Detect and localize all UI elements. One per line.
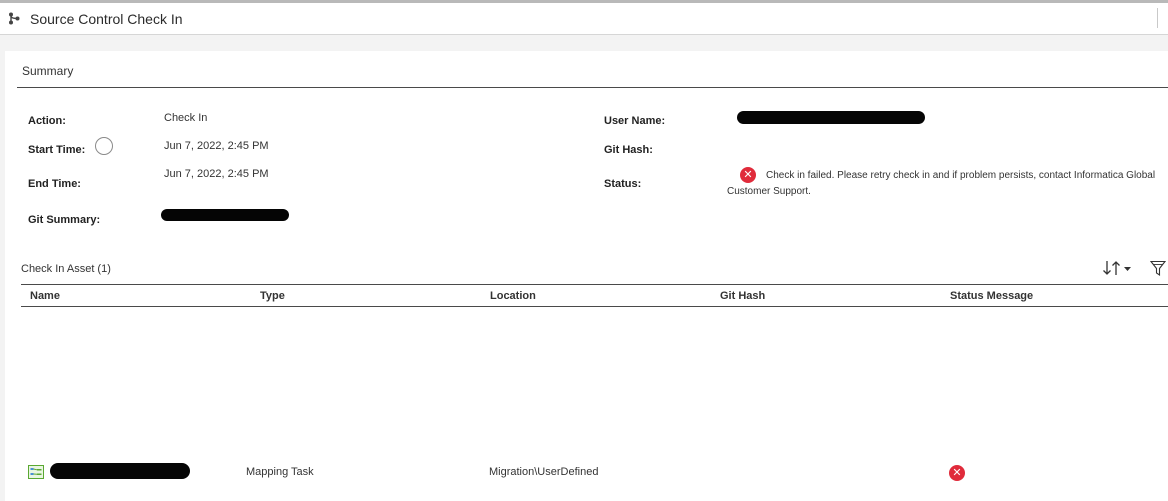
page-title: Source Control Check In xyxy=(30,11,183,27)
check-in-asset-heading: Check In Asset (1) xyxy=(21,263,111,275)
column-header-location[interactable]: Location xyxy=(490,290,536,302)
start-time-label: Start Time: xyxy=(28,144,86,156)
user-name-label: User Name: xyxy=(604,115,666,127)
column-header-type[interactable]: Type xyxy=(260,290,285,302)
title-bar: Source Control Check In xyxy=(0,3,1168,35)
action-label: Action: xyxy=(28,115,66,127)
git-summary-value xyxy=(161,209,289,221)
summary-divider xyxy=(17,87,1168,88)
user-name-value xyxy=(737,111,925,124)
row-error-icon: ✕ xyxy=(949,465,965,481)
status-message: Check in failed. Please retry check in a… xyxy=(727,170,1156,197)
title-divider xyxy=(1157,8,1158,28)
column-header-status-message[interactable]: Status Message xyxy=(950,290,1033,302)
asset-type-cell: Mapping Task xyxy=(246,466,314,478)
grid-top-divider xyxy=(21,284,1168,285)
end-time-value: Jun 7, 2022, 2:45 PM xyxy=(164,168,269,180)
git-summary-label: Git Summary: xyxy=(28,214,101,226)
sort-icon[interactable] xyxy=(1102,259,1136,277)
status-label: Status: xyxy=(604,178,642,190)
summary-panel: Summary Action: Check In Start Time: Jun… xyxy=(5,51,1168,501)
asset-name-cell[interactable] xyxy=(50,463,190,479)
filter-icon[interactable] xyxy=(1149,260,1167,277)
asset-location-cell: Migration\UserDefined xyxy=(489,466,599,478)
action-value: Check In xyxy=(164,112,208,124)
loading-indicator xyxy=(95,137,113,155)
column-header-name[interactable]: Name xyxy=(30,290,60,302)
start-time-value: Jun 7, 2022, 2:45 PM xyxy=(164,140,269,152)
summary-heading: Summary xyxy=(22,64,74,78)
grid-header-divider xyxy=(21,306,1168,307)
end-time-label: End Time: xyxy=(28,178,81,190)
mapping-task-icon xyxy=(28,465,44,479)
source-control-icon xyxy=(8,12,20,25)
column-header-git-hash[interactable]: Git Hash xyxy=(720,290,765,302)
git-hash-label: Git Hash: xyxy=(604,144,653,156)
